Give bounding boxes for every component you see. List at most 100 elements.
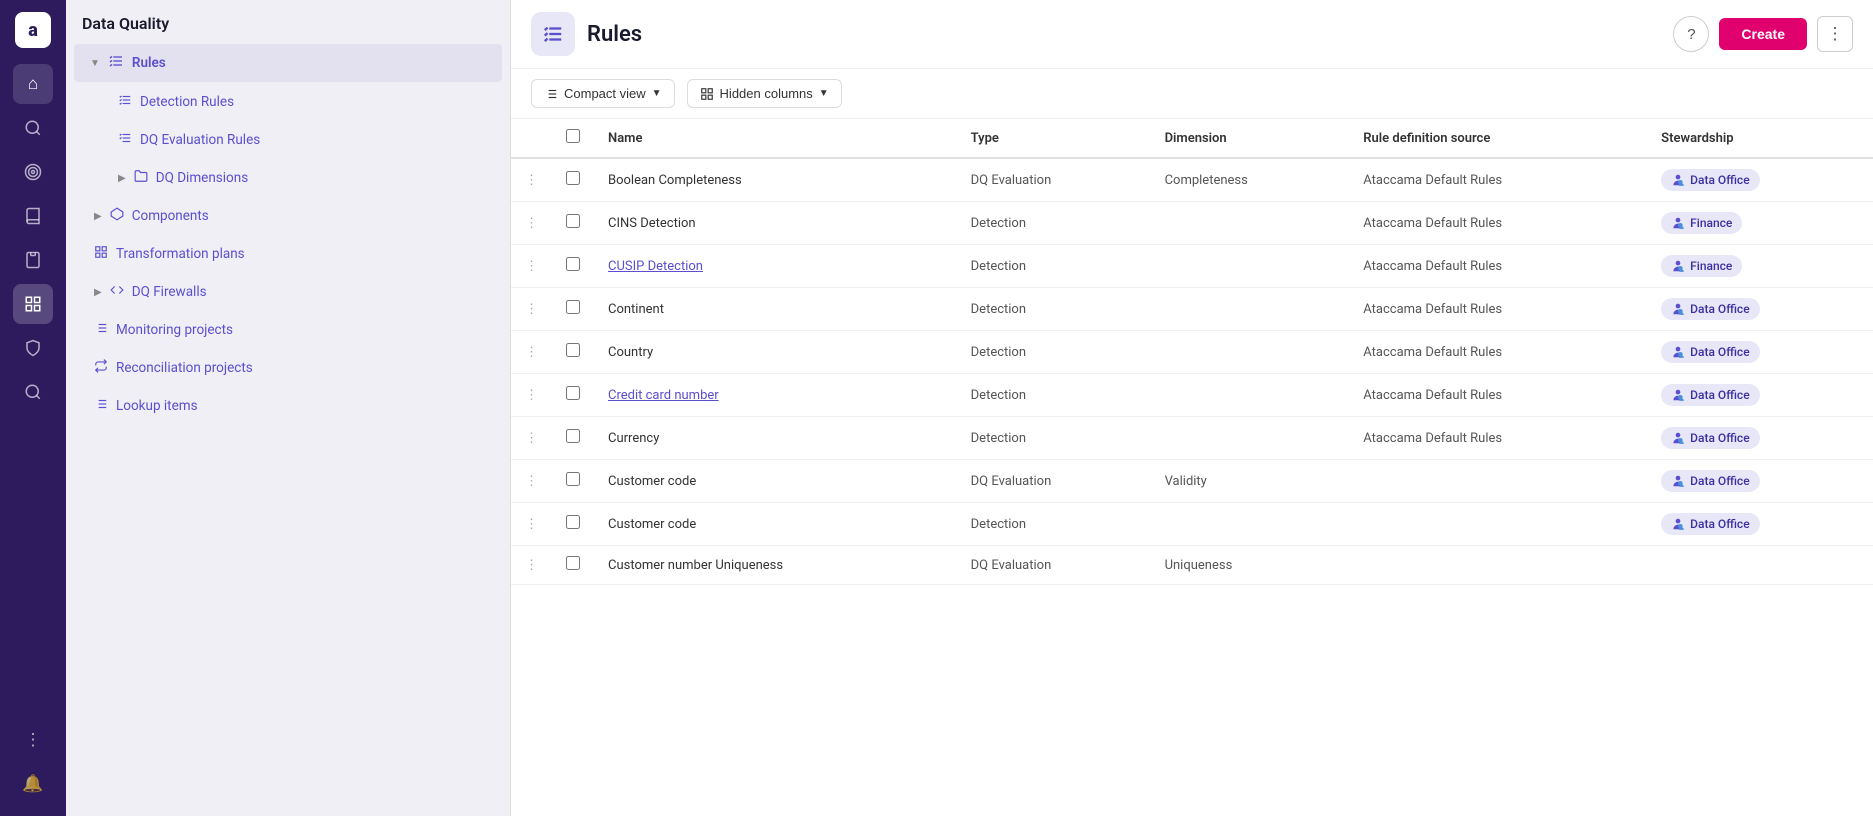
row-type: DQ Evaluation bbox=[957, 460, 1151, 503]
row-checkbox[interactable] bbox=[566, 515, 580, 529]
row-source: Ataccama Default Rules bbox=[1349, 245, 1647, 288]
stewardship-icon bbox=[1671, 474, 1685, 488]
sidebar-components-label: Components bbox=[132, 208, 209, 224]
row-stewardship: Finance bbox=[1647, 245, 1873, 288]
row-menu[interactable]: ⋮ bbox=[511, 503, 552, 546]
rules-table-container: Name Type Dimension Rule definition sour… bbox=[511, 119, 1873, 816]
dots-nav-icon[interactable]: ⋮ bbox=[13, 720, 53, 760]
col-type: Type bbox=[957, 119, 1151, 158]
row-checkbox-cell bbox=[552, 460, 594, 503]
row-checkbox[interactable] bbox=[566, 214, 580, 228]
row-menu[interactable]: ⋮ bbox=[511, 374, 552, 417]
row-checkbox[interactable] bbox=[566, 429, 580, 443]
main-header-icon bbox=[531, 12, 575, 56]
hidden-columns-button[interactable]: Hidden columns ▼ bbox=[687, 79, 842, 108]
row-menu[interactable]: ⋮ bbox=[511, 245, 552, 288]
bell-nav-icon[interactable]: 🔔 bbox=[13, 764, 53, 804]
target-nav-icon[interactable] bbox=[13, 152, 53, 192]
row-type: DQ Evaluation bbox=[957, 158, 1151, 202]
row-name[interactable]: Credit card number bbox=[594, 374, 957, 417]
sidebar: Data Quality ▼ Rules Detection Rules DQ … bbox=[66, 0, 511, 816]
sidebar-item-components[interactable]: ▶ Components bbox=[74, 198, 502, 234]
row-menu[interactable]: ⋮ bbox=[511, 202, 552, 245]
row-dimension bbox=[1151, 374, 1350, 417]
table-row: ⋮ CUSIP Detection Detection Ataccama Def… bbox=[511, 245, 1873, 288]
sidebar-item-reconciliation-projects[interactable]: Reconciliation projects bbox=[74, 350, 502, 386]
row-menu[interactable]: ⋮ bbox=[511, 158, 552, 202]
sidebar-title: Data Quality bbox=[82, 14, 169, 33]
row-menu[interactable]: ⋮ bbox=[511, 331, 552, 374]
sidebar-item-dq-eval-rules[interactable]: DQ Evaluation Rules bbox=[74, 122, 502, 158]
sidebar-item-monitoring-projects[interactable]: Monitoring projects bbox=[74, 312, 502, 348]
row-checkbox-cell bbox=[552, 245, 594, 288]
col-menu bbox=[511, 119, 552, 158]
row-dimension: Completeness bbox=[1151, 158, 1350, 202]
search2-nav-icon[interactable] bbox=[13, 372, 53, 412]
sidebar-item-detection-rules[interactable]: Detection Rules bbox=[74, 84, 502, 120]
clipboard-nav-icon[interactable] bbox=[13, 240, 53, 280]
row-dimension bbox=[1151, 331, 1350, 374]
compact-view-chevron-icon: ▼ bbox=[652, 88, 662, 99]
sidebar-transformation-label: Transformation plans bbox=[116, 246, 245, 262]
sidebar-item-dq-firewalls[interactable]: ▶ DQ Firewalls bbox=[74, 274, 502, 310]
row-source: Ataccama Default Rules bbox=[1349, 374, 1647, 417]
home-nav-icon[interactable]: ⌂ bbox=[13, 64, 53, 104]
row-checkbox[interactable] bbox=[566, 556, 580, 570]
col-name: Name bbox=[594, 119, 957, 158]
sidebar-monitoring-label: Monitoring projects bbox=[116, 322, 233, 338]
dim-expand-icon: ▶ bbox=[118, 173, 126, 184]
stewardship-icon bbox=[1671, 173, 1685, 187]
shield-nav-icon[interactable] bbox=[13, 328, 53, 368]
row-type: Detection bbox=[957, 331, 1151, 374]
row-stewardship bbox=[1647, 546, 1873, 585]
fw-expand-icon: ▶ bbox=[94, 287, 102, 298]
more-options-button[interactable]: ⋮ bbox=[1817, 16, 1853, 52]
row-name: Customer code bbox=[594, 503, 957, 546]
header-actions: ? Create ⋮ bbox=[1673, 16, 1853, 52]
icon-rail: a ⌂ ⋮ 🔔 bbox=[0, 0, 66, 816]
stewardship-icon bbox=[1671, 517, 1685, 531]
row-menu[interactable]: ⋮ bbox=[511, 288, 552, 331]
folder-icon bbox=[134, 169, 148, 187]
compact-view-button[interactable]: Compact view ▼ bbox=[531, 79, 675, 108]
row-checkbox[interactable] bbox=[566, 171, 580, 185]
row-checkbox[interactable] bbox=[566, 386, 580, 400]
stewardship-badge: Finance bbox=[1661, 212, 1742, 234]
sidebar-item-dq-dimensions[interactable]: ▶ DQ Dimensions bbox=[74, 160, 502, 196]
table-row: ⋮ Currency Detection Ataccama Default Ru… bbox=[511, 417, 1873, 460]
book-nav-icon[interactable] bbox=[13, 196, 53, 236]
row-checkbox[interactable] bbox=[566, 257, 580, 271]
row-source: Ataccama Default Rules bbox=[1349, 331, 1647, 374]
row-checkbox-cell bbox=[552, 417, 594, 460]
stewardship-icon bbox=[1671, 345, 1685, 359]
table-row: ⋮ Credit card number Detection Ataccama … bbox=[511, 374, 1873, 417]
sidebar-item-transformation-plans[interactable]: Transformation plans bbox=[74, 236, 502, 272]
row-stewardship: Data Office bbox=[1647, 503, 1873, 546]
row-checkbox[interactable] bbox=[566, 343, 580, 357]
search-nav-icon[interactable] bbox=[13, 108, 53, 148]
row-menu[interactable]: ⋮ bbox=[511, 546, 552, 585]
stewardship-icon bbox=[1671, 431, 1685, 445]
row-name: CINS Detection bbox=[594, 202, 957, 245]
help-button[interactable]: ? bbox=[1673, 16, 1709, 52]
sidebar-dq-firewalls-label: DQ Firewalls bbox=[132, 284, 207, 300]
sidebar-item-rules[interactable]: ▼ Rules bbox=[74, 44, 502, 82]
row-name[interactable]: CUSIP Detection bbox=[594, 245, 957, 288]
row-stewardship: Data Office bbox=[1647, 374, 1873, 417]
row-stewardship: Data Office bbox=[1647, 158, 1873, 202]
row-checkbox[interactable] bbox=[566, 472, 580, 486]
row-menu[interactable]: ⋮ bbox=[511, 460, 552, 503]
select-all-checkbox[interactable] bbox=[566, 129, 580, 143]
main-content: Rules ? Create ⋮ Compact view ▼ Hidden c… bbox=[511, 0, 1873, 816]
table-toolbar: Compact view ▼ Hidden columns ▼ bbox=[511, 69, 1873, 119]
col-source: Rule definition source bbox=[1349, 119, 1647, 158]
row-source: Ataccama Default Rules bbox=[1349, 158, 1647, 202]
sidebar-item-lookup-items[interactable]: Lookup items bbox=[74, 388, 502, 424]
create-button[interactable]: Create bbox=[1719, 18, 1807, 50]
chart-nav-icon[interactable] bbox=[13, 284, 53, 324]
row-checkbox[interactable] bbox=[566, 300, 580, 314]
row-checkbox-cell bbox=[552, 331, 594, 374]
stewardship-badge: Data Office bbox=[1661, 513, 1759, 535]
col-dimension: Dimension bbox=[1151, 119, 1350, 158]
row-menu[interactable]: ⋮ bbox=[511, 417, 552, 460]
